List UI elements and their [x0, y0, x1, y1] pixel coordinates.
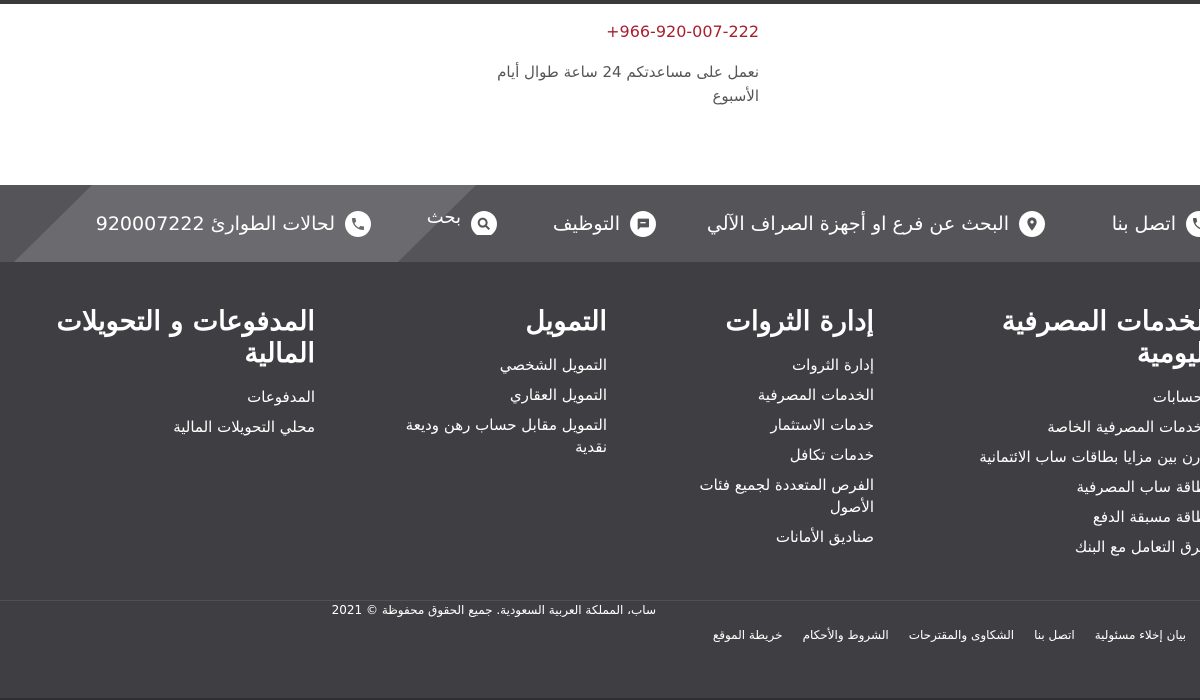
quick-contact-us[interactable]: اتصل بنا [1112, 209, 1200, 239]
footer-link[interactable]: المدفوعات [20, 386, 315, 408]
footer-link[interactable]: طرق التعامل مع البنك [952, 536, 1200, 558]
column-title: إدارة الثروات [725, 306, 874, 337]
column-title: المدفوعات و التحويلات المالية [56, 306, 315, 369]
chat-bubble-icon [630, 211, 656, 237]
footer-link[interactable]: صناديق الأمانات [674, 526, 874, 548]
quick-links-bar: اتصل بنا البحث عن فرع او أجهزة الصراف ال… [0, 185, 1200, 262]
top-edge-bar [0, 0, 1200, 4]
footer-link[interactable]: الحسابات [952, 386, 1200, 408]
site-footer: الخدمات المصرفية اليومية الحسابات الخدما… [0, 262, 1200, 700]
quick-careers[interactable]: التوظيف [553, 209, 656, 239]
contact-phone[interactable]: +966-920-007-222 [606, 22, 759, 41]
search-icon [471, 211, 497, 235]
footer-link[interactable]: التمويل مقابل حساب رهن وديعة نقدية [372, 414, 607, 458]
footer-link[interactable]: التمويل الشخصي [372, 354, 607, 376]
quick-search-label: بحث [426, 206, 461, 228]
contact-link[interactable]: اتصل بنا [1034, 628, 1075, 642]
quick-emergency-label: لحالات الطوارئ 920007222 [95, 213, 335, 235]
copyright-text: ساب، المملكة العربية السعودية. جميع الحق… [331, 603, 656, 617]
column-title: التمويل [525, 306, 607, 337]
footer-link[interactable]: قارن بين مزايا بطاقات ساب الائتمانية [952, 446, 1200, 468]
support-hours-note: نعمل على مساعدتكم 24 ساعة طوال أيام الأس… [497, 63, 759, 105]
footer-link[interactable]: خدمات تكافل [674, 444, 874, 466]
footer-column-finance: التمويل التمويل الشخصي التمويل العقاري ا… [372, 306, 607, 466]
quick-search[interactable]: بحث [417, 205, 497, 235]
footer-column-wealth: إدارة الثروات إدارة الثروات الخدمات المص… [674, 306, 874, 556]
legal-links: بيان إخلاء مسئولية اتصل بنا الشكاوى والم… [713, 628, 1186, 642]
footer-link[interactable]: إدارة الثروات [674, 354, 874, 376]
footer-link[interactable]: خدمات الاستثمار [674, 414, 874, 436]
footer-link[interactable]: محلي التحويلات المالية [20, 416, 315, 438]
quick-emergency[interactable]: لحالات الطوارئ 920007222 [96, 209, 371, 239]
complaints-link[interactable]: الشكاوى والمقترحات [909, 628, 1014, 642]
quick-branch-search[interactable]: البحث عن فرع او أجهزة الصراف الآلي [707, 209, 1045, 239]
sitemap-link[interactable]: خريطة الموقع [713, 628, 783, 642]
footer-link[interactable]: الخدمات المصرفية [674, 384, 874, 406]
quick-branch-label: البحث عن فرع او أجهزة الصراف الآلي [706, 213, 1009, 235]
footer-column-daily-banking: الخدمات المصرفية اليومية الحسابات الخدما… [952, 306, 1200, 566]
quick-careers-label: التوظيف [552, 213, 620, 235]
footer-link[interactable]: التمويل العقاري [372, 384, 607, 406]
footer-divider [0, 600, 1200, 601]
footer-link[interactable]: بطاقة مسبقة الدفع [952, 506, 1200, 528]
footer-link[interactable]: الفرص المتعددة لجميع فئات الأصول [674, 474, 874, 518]
terms-link[interactable]: الشروط والأحكام [803, 628, 889, 642]
disclaimer-link[interactable]: بيان إخلاء مسئولية [1095, 628, 1186, 642]
phone-icon [1186, 211, 1200, 237]
location-pin-icon [1019, 211, 1045, 237]
footer-link[interactable]: بطاقة ساب المصرفية [952, 476, 1200, 498]
phone-icon [345, 211, 371, 237]
quick-contact-label: اتصل بنا [1111, 213, 1176, 235]
footer-link[interactable]: الخدمات المصرفية الخاصة [952, 416, 1200, 438]
column-title: الخدمات المصرفية اليومية [1001, 306, 1200, 369]
footer-column-payments: المدفوعات و التحويلات المالية المدفوعات … [20, 306, 315, 446]
